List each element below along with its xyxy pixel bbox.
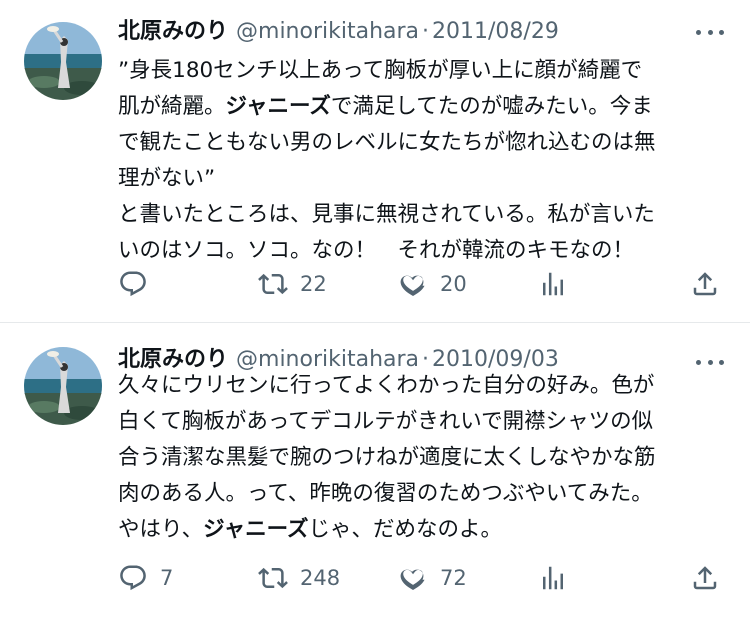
avatar[interactable]: [24, 347, 102, 425]
tweet-header: 北原みのり @minorikitahara · 2011/08/29: [118, 15, 559, 49]
text-run: じゃ、だめなのよ。: [308, 517, 503, 542]
retweet-icon: [258, 273, 288, 295]
text-run: 理がない”: [118, 166, 216, 191]
tweet-text-line: ”身長180センチ以上あって胸板が厚い上に顔が綺麗で: [118, 53, 728, 89]
tweet-actions: 22 20: [118, 266, 730, 302]
like-button[interactable]: 20: [398, 266, 467, 302]
display-name[interactable]: 北原みのり: [118, 19, 228, 44]
retweet-count: 22: [300, 272, 327, 296]
like-icon: [400, 275, 425, 296]
avatar[interactable]: [24, 22, 102, 100]
views-button[interactable]: [538, 560, 568, 596]
text-run: 白くて胸板があってデコルテがきれいで開襟シャツの似: [118, 409, 654, 434]
views-icon: [543, 566, 563, 590]
text-run: やはり、: [118, 517, 204, 542]
tweet-text-line: いのはソコ。ソコ。なの！ それが韓流のキモなの！: [118, 233, 728, 269]
text-run: 肌が綺麗。: [118, 94, 226, 119]
reply-button[interactable]: 7: [118, 560, 173, 596]
text-run: いのはソコ。ソコ。なの！ それが韓流のキモなの！: [118, 238, 635, 263]
tweet-text-line: やはり、ジャニーズじゃ、だめなのよ。: [118, 512, 728, 548]
tweet-text-line: 理がない”: [118, 161, 728, 197]
text-run: 合う清潔な黒髪で腕のつけねが適度に太くしなやかな筋: [118, 445, 656, 470]
tweet-text-line: 肉のある人。って、昨晩の復習のためつぶやいてみた。: [118, 476, 728, 512]
tweet[interactable]: 北原みのり @minorikitahara · 2011/08/29 ”身長180セン…: [0, 0, 750, 322]
tweet-text-line: 肌が綺麗。ジャニーズで満足してたのが嘘みたい。今ま: [118, 89, 728, 125]
retweet-button[interactable]: 248: [258, 560, 340, 596]
reply-count: 7: [160, 566, 174, 590]
reply-button[interactable]: [118, 266, 160, 302]
tweet-text: ”身長180センチ以上あって胸板が厚い上に顔が綺麗で 肌が綺麗。ジャニーズで満足し…: [118, 53, 728, 269]
more-icon[interactable]: [696, 357, 724, 367]
text-run: で満足してたのが嘘みたい。今ま: [330, 94, 653, 119]
text-run: と書いたところは、見事に無視されている。私が言いた: [118, 202, 655, 227]
like-count: 20: [440, 272, 467, 296]
views-icon: [543, 272, 563, 296]
reply-icon: [120, 565, 146, 591]
tweet-text-line: と書いたところは、見事に無視されている。私が言いた: [118, 197, 728, 233]
views-button[interactable]: [538, 266, 568, 302]
like-icon: [400, 569, 425, 590]
share-icon: [693, 272, 717, 296]
retweet-button[interactable]: 22: [258, 266, 327, 302]
text-run: 久々にウリセンに行ってよくわかった自分の好み。色が: [118, 373, 655, 398]
tweet-text-line: 合う清潔な黒髪で腕のつけねが適度に太くしなやかな筋: [118, 440, 728, 476]
text-run: ”身長180センチ以上あって胸板が厚い上に顔が綺麗で: [118, 58, 643, 83]
like-count: 72: [440, 566, 467, 590]
tweet-text-line: 久々にウリセンに行ってよくわかった自分の好み。色が: [118, 368, 728, 404]
user-handle[interactable]: @minorikitahara: [236, 19, 419, 44]
retweet-icon: [258, 567, 288, 589]
share-icon: [693, 566, 717, 590]
text-run: 肉のある人。って、昨晩の復習のためつぶやいてみた。: [118, 481, 653, 506]
reply-icon: [120, 271, 146, 297]
more-icon[interactable]: [696, 27, 724, 37]
tweet-text: 久々にウリセンに行ってよくわかった自分の好み。色が 白くて胸板があってデコルテがき…: [118, 368, 728, 548]
highlighted-term: ジャニーズ: [225, 94, 331, 119]
tweet-text-line: 白くて胸板があってデコルテがきれいで開襟シャツの似: [118, 404, 728, 440]
share-button[interactable]: [690, 560, 720, 596]
tweet-date[interactable]: 2011/08/29: [432, 19, 559, 44]
like-button[interactable]: 72: [398, 560, 467, 596]
highlighted-term: ジャニーズ: [203, 517, 309, 542]
separator-dot: ·: [422, 19, 430, 44]
retweet-count: 248: [300, 566, 341, 590]
tweet-actions: 7 248 72: [118, 560, 730, 596]
text-run: で観たこともない男のレベルに女たちが惚れ込むのは無: [118, 130, 656, 155]
tweet[interactable]: 北原みのり @minorikitahara · 2010/09/03 久々にウリセンに…: [0, 323, 750, 622]
share-button[interactable]: [690, 266, 720, 302]
tweet-text-line: で観たこともない男のレベルに女たちが惚れ込むのは無: [118, 125, 728, 161]
